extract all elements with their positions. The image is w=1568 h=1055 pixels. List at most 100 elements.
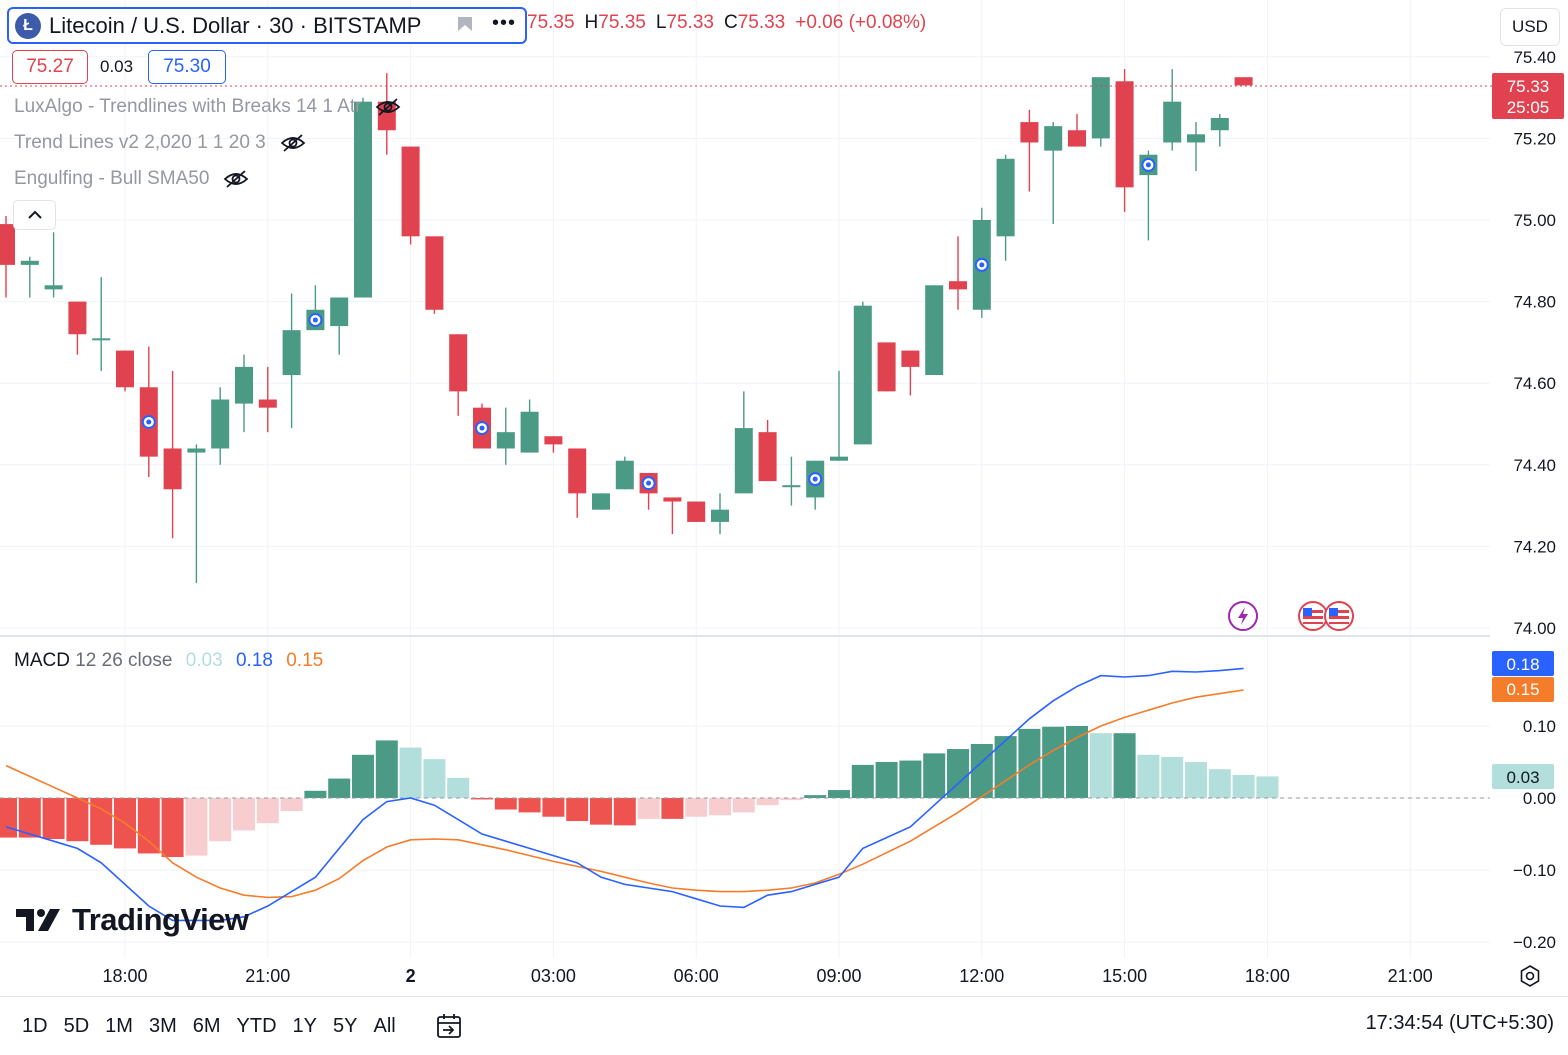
candle (92, 277, 111, 371)
candle (449, 334, 468, 416)
bottom-toolbar: 1D 5D 1M 3M 6M YTD 1Y 5Y All 17:34:54 (UTC+5:30) (0, 996, 1568, 1055)
time-tick-label: 03:00 (531, 966, 576, 986)
candle (877, 342, 896, 392)
price-axis[interactable]: 75.40 75.20 75.00 74.80 74.60 74.40 74.20 74.00 (1513, 48, 1556, 638)
candle (44, 232, 63, 298)
macd-histogram-bar (1018, 728, 1041, 798)
macd-histogram-bar (804, 795, 827, 798)
macd-tick-label: −0.20 (1513, 933, 1556, 952)
range-button-1y[interactable]: 1Y (285, 1006, 325, 1046)
tradingview-wordmark: TradingView (72, 902, 249, 937)
signal-marker-dot (979, 262, 985, 268)
range-button-3m[interactable]: 3M (141, 1006, 185, 1046)
candle (258, 366, 277, 433)
signal-marker-dot (1145, 162, 1151, 168)
price-tick-label: 75.40 (1513, 48, 1556, 67)
price-tick-label: 75.00 (1513, 211, 1556, 230)
range-button-5y[interactable]: 5Y (325, 1006, 365, 1046)
symbol-header[interactable]: Ł Litecoin / U.S. Dollar · 30 · BITSTAMP (7, 7, 527, 44)
range-button-1d[interactable]: 1D (14, 1006, 56, 1046)
candle (330, 297, 349, 355)
close-value: 75.33 (737, 12, 786, 33)
candle (996, 154, 1015, 261)
macd-histogram-bar (613, 798, 636, 826)
macd-axis[interactable]: 0.10 0.00 −0.10 −0.20 (1513, 717, 1556, 952)
time-tick-label: 18:00 (102, 966, 147, 986)
close-label: C (723, 12, 738, 33)
spread-value: 0.03 (100, 57, 134, 76)
candle (615, 456, 634, 490)
settings-icon[interactable] (1518, 964, 1542, 988)
macd-histogram-bar (685, 798, 708, 817)
macd-histogram-bar (899, 760, 922, 798)
indicator-engulfing[interactable]: Engulfing - Bull SMA50 (14, 168, 249, 190)
eye-off-icon[interactable] (223, 169, 249, 189)
tradingview-logo[interactable]: TradingView (16, 902, 249, 938)
macd-histogram-bar (970, 744, 993, 798)
candle (901, 350, 920, 396)
hist-value-badge: 0.03 (1492, 764, 1554, 789)
range-button-ytd[interactable]: YTD (229, 1006, 285, 1046)
macd-histogram-bar (161, 798, 184, 858)
macd-histogram-bar (42, 798, 65, 840)
candle (116, 350, 134, 392)
macd-legend[interactable]: MACD 12 26 close 0.03 0.18 0.15 (14, 650, 323, 672)
currency-selector[interactable]: USD (1500, 8, 1560, 46)
macd-histogram-bar (1042, 726, 1065, 798)
signal-value-badge: 0.15 (1492, 677, 1554, 702)
indicator-trendlines[interactable]: Trend Lines v2 2,020 1 1 20 3 (14, 132, 306, 154)
eye-off-icon[interactable] (280, 133, 306, 153)
candle (711, 493, 729, 535)
calendar-goto-icon[interactable] (434, 1011, 464, 1041)
macd-histogram-bar (732, 798, 755, 813)
range-button-5d[interactable]: 5D (56, 1006, 98, 1046)
time-tick-label: 12:00 (959, 966, 1004, 986)
range-button-6m[interactable]: 6M (185, 1006, 229, 1046)
us-flag-event-icon[interactable] (1297, 600, 1357, 632)
candle (139, 346, 158, 478)
signal-badge-text: 0.15 (1506, 680, 1539, 699)
change-value: +0.06 (+0.08%) (795, 12, 927, 33)
macd-histogram-bar (280, 798, 303, 811)
macd-badge-text: 0.18 (1506, 655, 1539, 674)
candle (782, 456, 801, 506)
price-badge: 75.33 25:05 (1492, 73, 1564, 119)
macd-histogram (0, 726, 1279, 858)
collapse-indicators-button[interactable] (13, 200, 56, 230)
time-axis[interactable]: 18:00 21:00 2 03:00 06:00 09:00 12:00 15:00 18:0… (102, 966, 1432, 986)
candle (235, 354, 253, 433)
litecoin-logo-icon: Ł (15, 12, 41, 39)
buy-button[interactable]: 75.30 (148, 50, 226, 84)
high-label: H (584, 12, 599, 33)
candle (211, 387, 230, 465)
candle (0, 215, 15, 298)
price-badge-countdown: 25:05 (1507, 98, 1550, 117)
low-value: 75.33 (666, 12, 714, 33)
range-button-all[interactable]: All (365, 1006, 403, 1046)
time-tick-label: 18:00 (1245, 966, 1290, 986)
price-tick-label: 74.40 (1513, 456, 1556, 475)
indicator-luxalgo[interactable]: LuxAlgo - Trendlines with Breaks 14 1 At… (14, 96, 401, 118)
candle (949, 236, 967, 310)
macd-histogram-bar (756, 798, 779, 806)
macd-value-badge: 0.18 (1492, 651, 1554, 676)
lightning-event-icon[interactable] (1227, 600, 1259, 632)
signal-marker-dot (312, 317, 318, 323)
flag-icon[interactable] (456, 15, 474, 33)
macd-histogram-bar (256, 798, 279, 824)
indicator-label: Trend Lines v2 2,020 1 1 20 3 (14, 132, 266, 153)
clock-timezone[interactable]: 17:34:54 (UTC+5:30) (1366, 1012, 1554, 1035)
candle (734, 391, 753, 494)
macd-histogram-bar (875, 762, 898, 798)
macd-histogram-bar (1161, 756, 1184, 798)
signal-marker-dot (812, 476, 818, 482)
eye-off-icon[interactable] (375, 97, 401, 117)
high-value: 75.35 (598, 12, 646, 33)
range-button-1m[interactable]: 1M (97, 1006, 141, 1046)
more-icon[interactable]: ••• (492, 12, 516, 35)
candle (1234, 77, 1253, 86)
macd-tick-label: −0.10 (1513, 861, 1556, 880)
candle (1044, 122, 1063, 225)
macd-histogram-bar (137, 798, 160, 854)
sell-button[interactable]: 75.27 (12, 50, 88, 84)
